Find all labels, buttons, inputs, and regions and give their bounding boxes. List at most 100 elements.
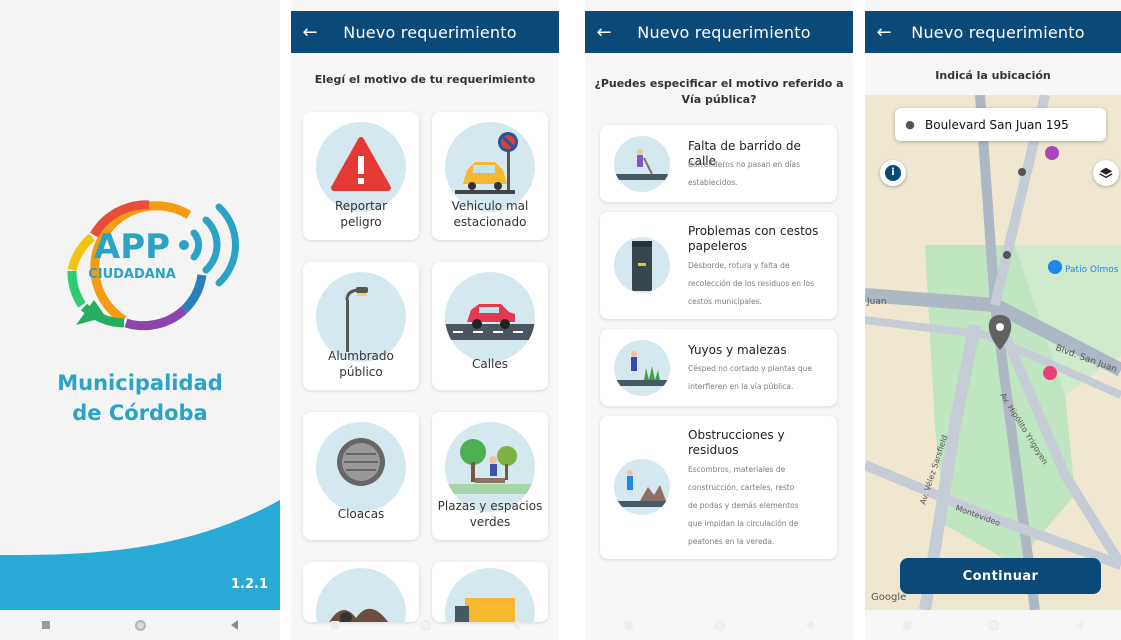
- page-title: Nuevo requerimiento: [911, 22, 1085, 42]
- question-line-1: ¿Puedes especificar el motivo referido a: [594, 77, 844, 90]
- debris-illustration: [614, 470, 670, 507]
- submotive-title-line2: residuos: [688, 443, 739, 457]
- submotive-title: Yuyos y malezas: [688, 343, 829, 358]
- submotive-title-line1: Yuyos y malezas: [688, 343, 787, 357]
- desc-line: recolección de los residuos en los: [688, 279, 814, 288]
- category-label: Calles: [432, 356, 548, 372]
- category-card-calles[interactable]: Calles: [432, 262, 548, 390]
- system-nav-bar: [0, 610, 280, 640]
- category-label-line2: verdes: [469, 515, 511, 529]
- desc-line: Escombros, materiales de: [688, 465, 786, 474]
- submotive-item-obstrucciones[interactable]: Obstrucciones y residuos Escombros, mate…: [600, 416, 837, 559]
- category-label: Plazas y espacios verdes: [432, 498, 548, 530]
- google-logo: Google: [871, 592, 906, 603]
- debris-icon: [614, 459, 670, 515]
- submotive-title-line2: papeleros: [688, 239, 747, 253]
- info-button[interactable]: i: [880, 160, 906, 186]
- submotive-item-barrido[interactable]: Falta de barrido de calle Barrenderos no…: [600, 125, 837, 202]
- address-search-field[interactable]: ● Boulevard San Juan 195: [895, 108, 1106, 141]
- system-nav-bar: [585, 610, 853, 640]
- category-icon-circle: [445, 272, 535, 362]
- category-label-line1: Plazas y espacios: [437, 499, 543, 513]
- category-label-line2: estacionado: [453, 215, 527, 229]
- back-nav-icon[interactable]: [805, 620, 813, 630]
- app-version: 1.2.1: [230, 577, 268, 592]
- trash-bin-icon: [614, 237, 670, 293]
- recents-icon[interactable]: [625, 621, 634, 629]
- desc-line: Barrenderos no pasan en días: [688, 160, 800, 169]
- desc-line: interfieren en la vía pública.: [688, 382, 794, 391]
- submotive-title-line1: Obstrucciones y: [688, 428, 785, 442]
- weeds-icon: [614, 340, 670, 396]
- back-nav-icon[interactable]: [230, 620, 238, 630]
- recents-icon[interactable]: [331, 621, 340, 629]
- car-street-icon: [445, 304, 535, 340]
- category-label: Alumbrado público: [303, 348, 419, 380]
- question-line-2: Vía pública?: [681, 93, 757, 106]
- desc-line: construcción, carteles, resto: [688, 483, 795, 492]
- logo-sub-text: CIUDADANA: [88, 267, 176, 282]
- sweeper-illustration: [614, 149, 670, 180]
- screen-subtitle: Indicá la ubicación: [935, 69, 1051, 82]
- category-label-line1: Cloacas: [337, 507, 385, 521]
- municipality-name: Municipalidad de Córdoba: [0, 368, 280, 428]
- system-nav-bar: [291, 610, 559, 640]
- layers-icon: [1099, 167, 1113, 179]
- submotive-description: Escombros, materiales de construcción, c…: [688, 461, 831, 551]
- page-title: Nuevo requerimiento: [637, 22, 811, 42]
- category-label-line2: peligro: [340, 215, 382, 229]
- desc-line: peatones en la vereda.: [688, 537, 775, 546]
- desc-line: que impidan la circulación de: [688, 519, 799, 528]
- back-nav-icon[interactable]: [1075, 620, 1083, 630]
- category-card-vehiculo[interactable]: Vehiculo mal estacionado: [432, 112, 548, 240]
- app-bar: ← Nuevo requerimiento: [865, 11, 1121, 53]
- category-label: Reportar peligro: [303, 198, 419, 230]
- recents-icon[interactable]: [903, 621, 912, 629]
- map-label-juan: Juan: [866, 297, 887, 307]
- desc-line: Desborde, rotura y falta de: [688, 261, 790, 270]
- layers-button[interactable]: [1093, 160, 1119, 186]
- submotive-item-yuyos[interactable]: Yuyos y malezas Césped no cortado y plan…: [600, 329, 837, 406]
- category-card-alumbrado[interactable]: Alumbrado público: [303, 262, 419, 390]
- trash-bin-illustration: [632, 241, 652, 291]
- manhole-icon: [337, 438, 385, 486]
- category-screen: ← Nuevo requerimiento Elegí el motivo de…: [291, 0, 559, 640]
- back-arrow-icon[interactable]: ←: [865, 22, 903, 43]
- app-ciudadana-logo: APP CIUDADANA: [67, 200, 239, 331]
- category-card-peligro[interactable]: Reportar peligro: [303, 112, 419, 240]
- map-label-patio: Patio Olmos: [1065, 265, 1119, 275]
- location-screen: ← Nuevo requerimiento Indicá la ubicació…: [865, 0, 1121, 640]
- app-bar: ← Nuevo requerimiento: [585, 11, 853, 53]
- desc-line: de podas y demás elementos: [688, 501, 799, 510]
- brand-line-1: Municipalidad: [57, 371, 223, 395]
- back-arrow-icon[interactable]: ←: [291, 22, 329, 43]
- back-nav-icon[interactable]: [511, 620, 519, 630]
- location-pin-icon: ●: [905, 118, 915, 131]
- app-bar: ← Nuevo requerimiento: [291, 11, 559, 53]
- question-text: ¿Puedes especificar el motivo referido a…: [585, 76, 853, 108]
- home-icon[interactable]: [713, 619, 725, 631]
- category-icon-circle: [316, 422, 406, 512]
- sweeper-icon: [614, 136, 670, 192]
- home-icon[interactable]: [987, 619, 999, 631]
- info-icon: i: [885, 165, 901, 181]
- desc-line: cestos municipales.: [688, 297, 762, 306]
- category-label-line1: Calles: [471, 357, 509, 371]
- category-label: Cloacas: [303, 506, 419, 522]
- home-icon[interactable]: [134, 619, 146, 631]
- category-label-line1: Alumbrado: [328, 349, 394, 363]
- system-nav-bar: [865, 610, 1121, 640]
- continue-button[interactable]: Continuar: [900, 558, 1101, 594]
- category-label-line2: público: [339, 365, 383, 379]
- category-card-plazas[interactable]: Plazas y espacios verdes: [432, 412, 548, 540]
- weeds-illustration: [614, 351, 670, 386]
- submotive-item-cestos[interactable]: Problemas con cestos papeleros Desborde,…: [600, 212, 837, 319]
- submotive-title: Problemas con cestos papeleros: [688, 224, 829, 254]
- submotive-description: Césped no cortado y plantas que interfie…: [688, 360, 831, 396]
- splash-screen: APP CIUDADANA Municipalidad de Córdoba 1…: [0, 0, 280, 640]
- home-icon[interactable]: [419, 619, 431, 631]
- recents-icon[interactable]: [42, 621, 51, 629]
- back-arrow-icon[interactable]: ←: [585, 22, 623, 43]
- category-card-cloacas[interactable]: Cloacas: [303, 412, 419, 540]
- logo-app-text: APP: [94, 227, 170, 267]
